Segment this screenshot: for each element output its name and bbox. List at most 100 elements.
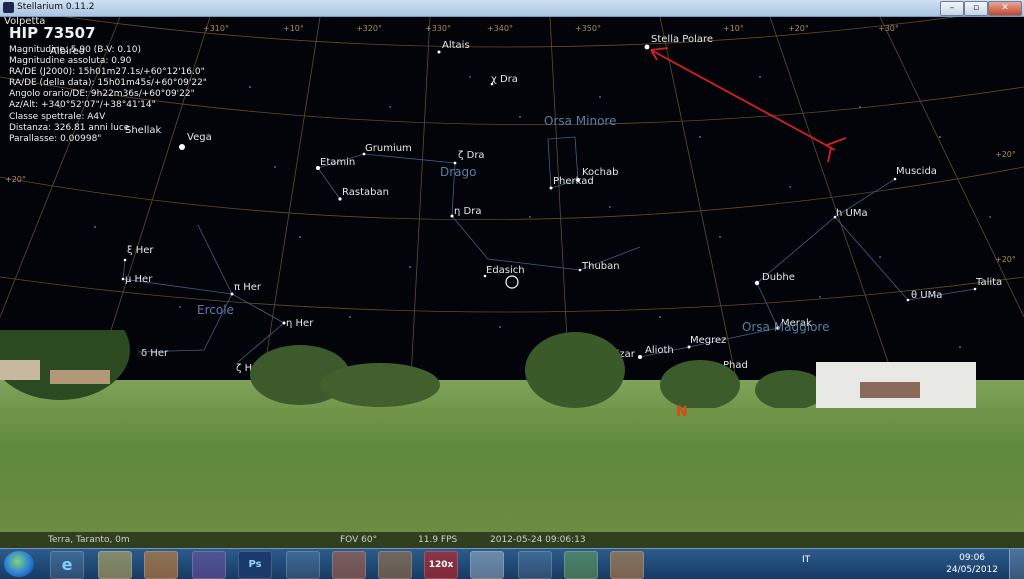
info-spectral-class: Classe spettrale: A4V [9, 111, 106, 122]
house [0, 360, 40, 380]
info-parallax: Parallasse: 0.00998" [9, 133, 102, 144]
building-window [860, 382, 920, 398]
title-bar: Stellarium 0.11.2 – ▫ ✕ [0, 0, 1024, 17]
label-zeta-dra: ζ Dra [458, 150, 485, 161]
app-icon[interactable] [610, 551, 644, 579]
label-talita: Talita [975, 277, 1002, 288]
star-muscida[interactable] [893, 177, 897, 181]
info-distance: Distanza: 326.81 anni luce [9, 122, 130, 133]
grid-label: +10° [283, 24, 304, 33]
show-desktop-button[interactable] [1009, 549, 1024, 579]
label-grumium: Grumium [365, 143, 412, 154]
acrobat-icon[interactable]: 120x [424, 551, 458, 579]
star-stella-polare[interactable] [644, 44, 650, 50]
star-xi-her[interactable] [123, 258, 127, 262]
star-dubhe[interactable] [754, 280, 760, 286]
window-title: Stellarium 0.11.2 [17, 2, 95, 12]
star-mu-her[interactable] [121, 277, 125, 281]
grass-edge [0, 408, 1024, 420]
label-etamin: Etamin [320, 157, 355, 168]
tree-line: N [0, 330, 1024, 420]
status-fps: 11.9 FPS [418, 535, 458, 545]
label-h-uma: h UMa [836, 208, 868, 219]
cardinal-north: N [676, 404, 688, 420]
stellarium-taskbar-icon[interactable] [470, 551, 504, 579]
label-xi-her: ξ Her [127, 245, 154, 256]
status-datetime: 2012-05-24 09:06:13 [490, 535, 586, 545]
star-talita[interactable] [973, 287, 977, 291]
status-fov: FOV 60° [340, 535, 378, 545]
label-eta-her: η Her [286, 318, 314, 329]
minimize-button[interactable]: – [940, 1, 964, 16]
grid-label: +20° [5, 175, 26, 184]
system-tray-icons[interactable] [822, 555, 942, 569]
grid-label: +10° [723, 24, 744, 33]
start-button[interactable] [4, 551, 34, 577]
status-location: Terra, Taranto, 0m [48, 535, 130, 545]
red-annotation-arrow [650, 47, 847, 163]
folder-icon[interactable] [98, 551, 132, 579]
constellation-orsa-minore: Orsa Minore [544, 114, 617, 128]
tree [660, 360, 740, 410]
star-vega[interactable] [179, 144, 185, 150]
star-thuban[interactable] [578, 268, 582, 272]
app-icon[interactable] [564, 551, 598, 579]
internet-explorer-icon[interactable]: e [50, 551, 84, 579]
status-bar: Terra, Taranto, 0m FOV 60° 11.9 FPS 2012… [0, 532, 1024, 548]
maximize-button[interactable]: ▫ [964, 1, 988, 16]
grid-label: +350° [575, 24, 601, 33]
grid-label: +340° [487, 24, 513, 33]
windows-taskbar: e Ps 120x IT 09:06 24/05/2012 [0, 548, 1024, 579]
info-absolute-magnitude: Magnitudine assoluta: 0.90 [9, 56, 132, 67]
house [50, 370, 110, 384]
star-theta-uma[interactable] [906, 298, 910, 302]
clock-time: 09:06 [959, 553, 986, 563]
app-icon[interactable] [378, 551, 412, 579]
info-hour-angle: Angolo orario/DE: 9h22m36s/+60°09'22" [9, 89, 195, 100]
label-pherkad: Pherkad [553, 176, 594, 187]
star-altais[interactable] [437, 50, 441, 54]
grid-label: +30° [878, 24, 899, 33]
constellation-drago: Drago [440, 165, 477, 179]
constellation-lines [122, 136, 976, 363]
info-magnitude: Magnitudine: 5.90 (B-V: 0.10) [9, 45, 141, 55]
object-info-panel: HIP 73507 Magnitudine: 5.90 (B-V: 0.10) … [9, 25, 207, 145]
clock-date: 24/05/2012 [946, 565, 998, 575]
system-clock[interactable]: 09:06 24/05/2012 [946, 552, 998, 576]
label-rastaban: Rastaban [342, 187, 389, 198]
stellarium-app-icon [3, 2, 14, 13]
label-theta-uma: θ UMa [911, 290, 942, 301]
tree [755, 370, 825, 410]
constellation-ercole: Ercole [197, 303, 234, 317]
label-chi-dra: χ Dra [491, 74, 518, 85]
close-button[interactable]: ✕ [988, 1, 1022, 16]
info-ra-de-date: RA/DE (della data): 15h01m45s/+60°09'22" [9, 78, 207, 89]
object-name: HIP 73507 [9, 24, 96, 42]
label-dubhe: Dubhe [762, 272, 795, 283]
grid-label: +20° [788, 24, 809, 33]
info-ra-de-j2000: RA/DE (J2000): 15h01m27.1s/+60°12'16.0" [9, 67, 205, 78]
grid-label: +20° [995, 150, 1016, 159]
label-eta-dra: η Dra [454, 206, 481, 217]
language-indicator[interactable]: IT [802, 555, 810, 565]
label-pi-her: π Her [234, 282, 262, 293]
grid-label: +320° [356, 24, 382, 33]
video-app-icon[interactable] [192, 551, 226, 579]
label-thuban: Thuban [581, 261, 620, 272]
grid-label: +330° [425, 24, 451, 33]
label-edasich: Edasich [486, 265, 525, 276]
app-icon[interactable] [518, 551, 552, 579]
star-zeta-dra[interactable] [453, 161, 457, 165]
film-strip-icon[interactable] [286, 551, 320, 579]
app-icon[interactable] [332, 551, 366, 579]
label-stella-polare: Stella Polare [651, 34, 713, 45]
label-mu-her: μ Her [125, 274, 153, 285]
label-muscida: Muscida [896, 166, 937, 177]
tree [525, 332, 625, 408]
selected-object-marker [505, 275, 519, 289]
tree [320, 363, 440, 407]
media-player-icon[interactable] [144, 551, 178, 579]
label-altais: Altais [442, 40, 470, 51]
grid-label: +20° [995, 255, 1016, 264]
photoshop-icon[interactable]: Ps [238, 551, 272, 579]
